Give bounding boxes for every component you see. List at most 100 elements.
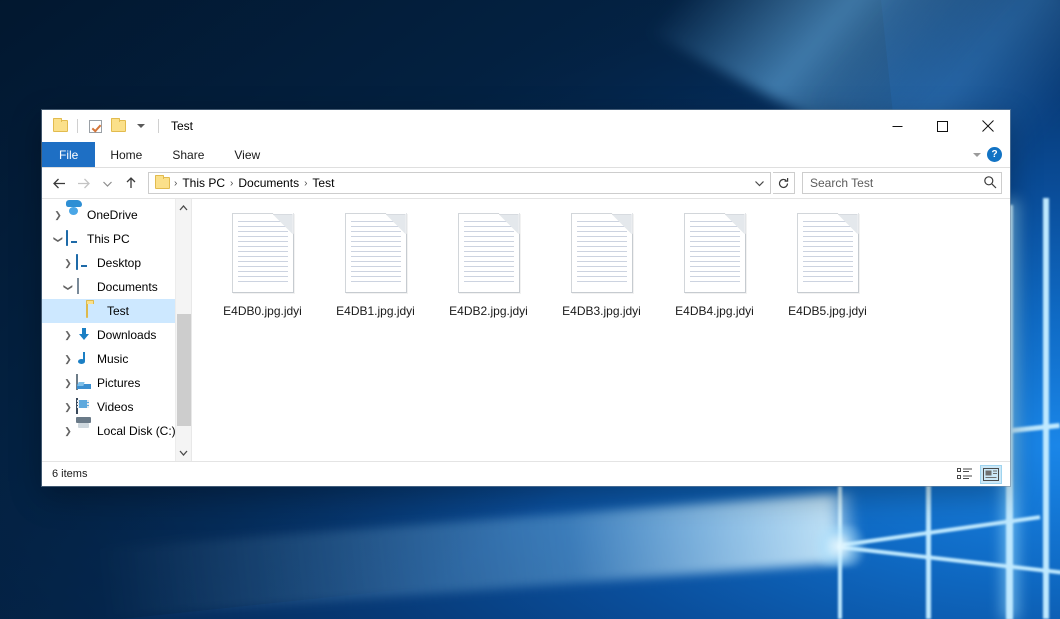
window-menu-folder-icon[interactable] <box>50 116 70 136</box>
close-button[interactable] <box>965 110 1010 142</box>
expander-expanded-icon[interactable]: ❯ <box>63 279 74 295</box>
file-item[interactable]: E4DB3.jpg.jdyi <box>545 211 658 329</box>
explorer-body: ❯ OneDrive ❯ This PC ❯ Desktop ❯ <box>42 198 1010 461</box>
tab-file[interactable]: File <box>42 142 95 167</box>
expander-collapsed-icon[interactable]: ❯ <box>60 330 76 341</box>
minimize-button[interactable] <box>875 110 920 142</box>
address-bar-right-controls <box>751 173 768 193</box>
sidebar-item-local-disk-c[interactable]: ❯ Local Disk (C:) <box>42 419 191 443</box>
sidebar-item-videos[interactable]: ❯ Videos <box>42 395 191 419</box>
expander-collapsed-icon[interactable]: ❯ <box>60 378 76 389</box>
breadcrumb-test[interactable]: Test <box>308 176 338 190</box>
sidebar-item-label: This PC <box>87 232 130 246</box>
qat-divider-2 <box>158 119 159 133</box>
back-button[interactable] <box>48 172 70 194</box>
breadcrumb: › This PC › Documents › Test <box>173 176 751 190</box>
scroll-up-chevron-up-icon[interactable] <box>176 199 192 216</box>
scroll-down-chevron-down-icon[interactable] <box>176 444 192 461</box>
up-button[interactable] <box>120 172 142 194</box>
expander-collapsed-icon[interactable]: ❯ <box>60 426 76 437</box>
pc-icon <box>66 231 82 247</box>
file-name: E4DB4.jpg.jdyi <box>675 304 754 318</box>
breadcrumb-documents[interactable]: Documents <box>234 176 303 190</box>
sidebar-item-downloads[interactable]: ❯ Downloads <box>42 323 191 347</box>
file-item[interactable]: E4DB1.jpg.jdyi <box>319 211 432 329</box>
ribbon-tab-bar: File Home Share View ? <box>42 142 1010 168</box>
scrollbar-track[interactable] <box>176 216 192 444</box>
sidebar-item-music[interactable]: ❯ Music <box>42 347 191 371</box>
file-name: E4DB3.jpg.jdyi <box>562 304 641 318</box>
sidebar-item-label: OneDrive <box>87 208 138 222</box>
file-name: E4DB1.jpg.jdyi <box>336 304 415 318</box>
tab-home[interactable]: Home <box>95 142 157 167</box>
quick-access-toolbar <box>50 116 163 136</box>
generic-file-icon <box>571 213 633 293</box>
generic-file-icon <box>345 213 407 293</box>
logo-vanishing-point <box>806 525 872 567</box>
address-folder-icon <box>155 177 170 189</box>
file-name: E4DB0.jpg.jdyi <box>223 304 302 318</box>
new-folder-icon[interactable] <box>108 116 128 136</box>
large-icons-view-icon[interactable] <box>980 465 1002 484</box>
qat-divider <box>77 119 78 133</box>
sidebar-item-label: Pictures <box>97 376 140 390</box>
window-title: Test <box>171 119 193 133</box>
search-box[interactable]: Search Test <box>802 172 1002 194</box>
properties-icon[interactable] <box>85 116 105 136</box>
expander-collapsed-icon[interactable]: ❯ <box>50 210 66 221</box>
expander-collapsed-icon[interactable]: ❯ <box>60 354 76 365</box>
expand-ribbon-chevron-down-icon[interactable] <box>973 153 981 157</box>
file-item[interactable]: E4DB0.jpg.jdyi <box>206 211 319 329</box>
address-bar[interactable]: › This PC › Documents › Test <box>148 172 771 194</box>
navigation-pane-scrollbar[interactable] <box>175 199 191 461</box>
logo-pane-edge-vertical-2 <box>1043 198 1049 619</box>
sidebar-item-this-pc[interactable]: ❯ This PC <box>42 227 191 251</box>
sidebar-item-pictures[interactable]: ❯ Pictures <box>42 371 191 395</box>
file-explorer-window: Test File Home Share View ? <box>42 110 1010 486</box>
search-input[interactable]: Search Test <box>810 176 983 190</box>
sidebar-item-desktop[interactable]: ❯ Desktop <box>42 251 191 275</box>
cloud-icon <box>66 207 82 223</box>
sidebar-item-label: Downloads <box>97 328 156 342</box>
videos-icon <box>76 399 92 415</box>
expander-expanded-icon[interactable]: ❯ <box>53 231 64 247</box>
maximize-button[interactable] <box>920 110 965 142</box>
disk-icon <box>76 423 92 439</box>
file-list-view[interactable]: E4DB0.jpg.jdyi E4DB1.jpg.jdyi E4DB2.jpg.… <box>192 199 1010 461</box>
file-grid: E4DB0.jpg.jdyi E4DB1.jpg.jdyi E4DB2.jpg.… <box>206 211 1010 329</box>
sidebar-item-documents[interactable]: ❯ Documents <box>42 275 191 299</box>
address-dropdown-chevron-down-icon[interactable] <box>751 173 768 193</box>
window-controls <box>875 110 1010 142</box>
sidebar-item-label: Test <box>107 304 129 318</box>
recent-locations-chevron-down-icon[interactable] <box>96 172 118 194</box>
sidebar-item-label: Documents <box>97 280 158 294</box>
expander-collapsed-icon[interactable]: ❯ <box>60 258 76 269</box>
tab-view[interactable]: View <box>219 142 275 167</box>
navigation-pane: ❯ OneDrive ❯ This PC ❯ Desktop ❯ <box>42 199 192 461</box>
scrollbar-thumb[interactable] <box>177 314 191 426</box>
help-icon[interactable]: ? <box>987 147 1002 162</box>
file-item[interactable]: E4DB2.jpg.jdyi <box>432 211 545 329</box>
file-item[interactable]: E4DB4.jpg.jdyi <box>658 211 771 329</box>
sidebar-item-label: Desktop <box>97 256 141 270</box>
title-bar[interactable]: Test <box>42 110 1010 142</box>
sidebar-item-label: Videos <box>97 400 133 414</box>
view-mode-buttons <box>954 465 1002 484</box>
sidebar-item-test[interactable]: Test <box>42 299 191 323</box>
breadcrumb-this-pc[interactable]: This PC <box>178 176 229 190</box>
item-count: 6 items <box>52 468 87 480</box>
tab-share[interactable]: Share <box>157 142 219 167</box>
generic-file-icon <box>684 213 746 293</box>
refresh-button[interactable] <box>773 172 795 194</box>
pictures-icon <box>76 375 92 391</box>
customize-quick-access-chevron-down-icon[interactable] <box>131 116 151 136</box>
file-item[interactable]: E4DB5.jpg.jdyi <box>771 211 884 329</box>
expander-collapsed-icon[interactable]: ❯ <box>60 402 76 413</box>
forward-button[interactable] <box>72 172 94 194</box>
sidebar-item-onedrive[interactable]: ❯ OneDrive <box>42 203 191 227</box>
generic-file-icon <box>458 213 520 293</box>
details-view-icon[interactable] <box>954 465 976 484</box>
desktop-icon <box>76 255 92 271</box>
downloads-icon <box>76 327 92 343</box>
search-icon[interactable] <box>983 175 997 192</box>
